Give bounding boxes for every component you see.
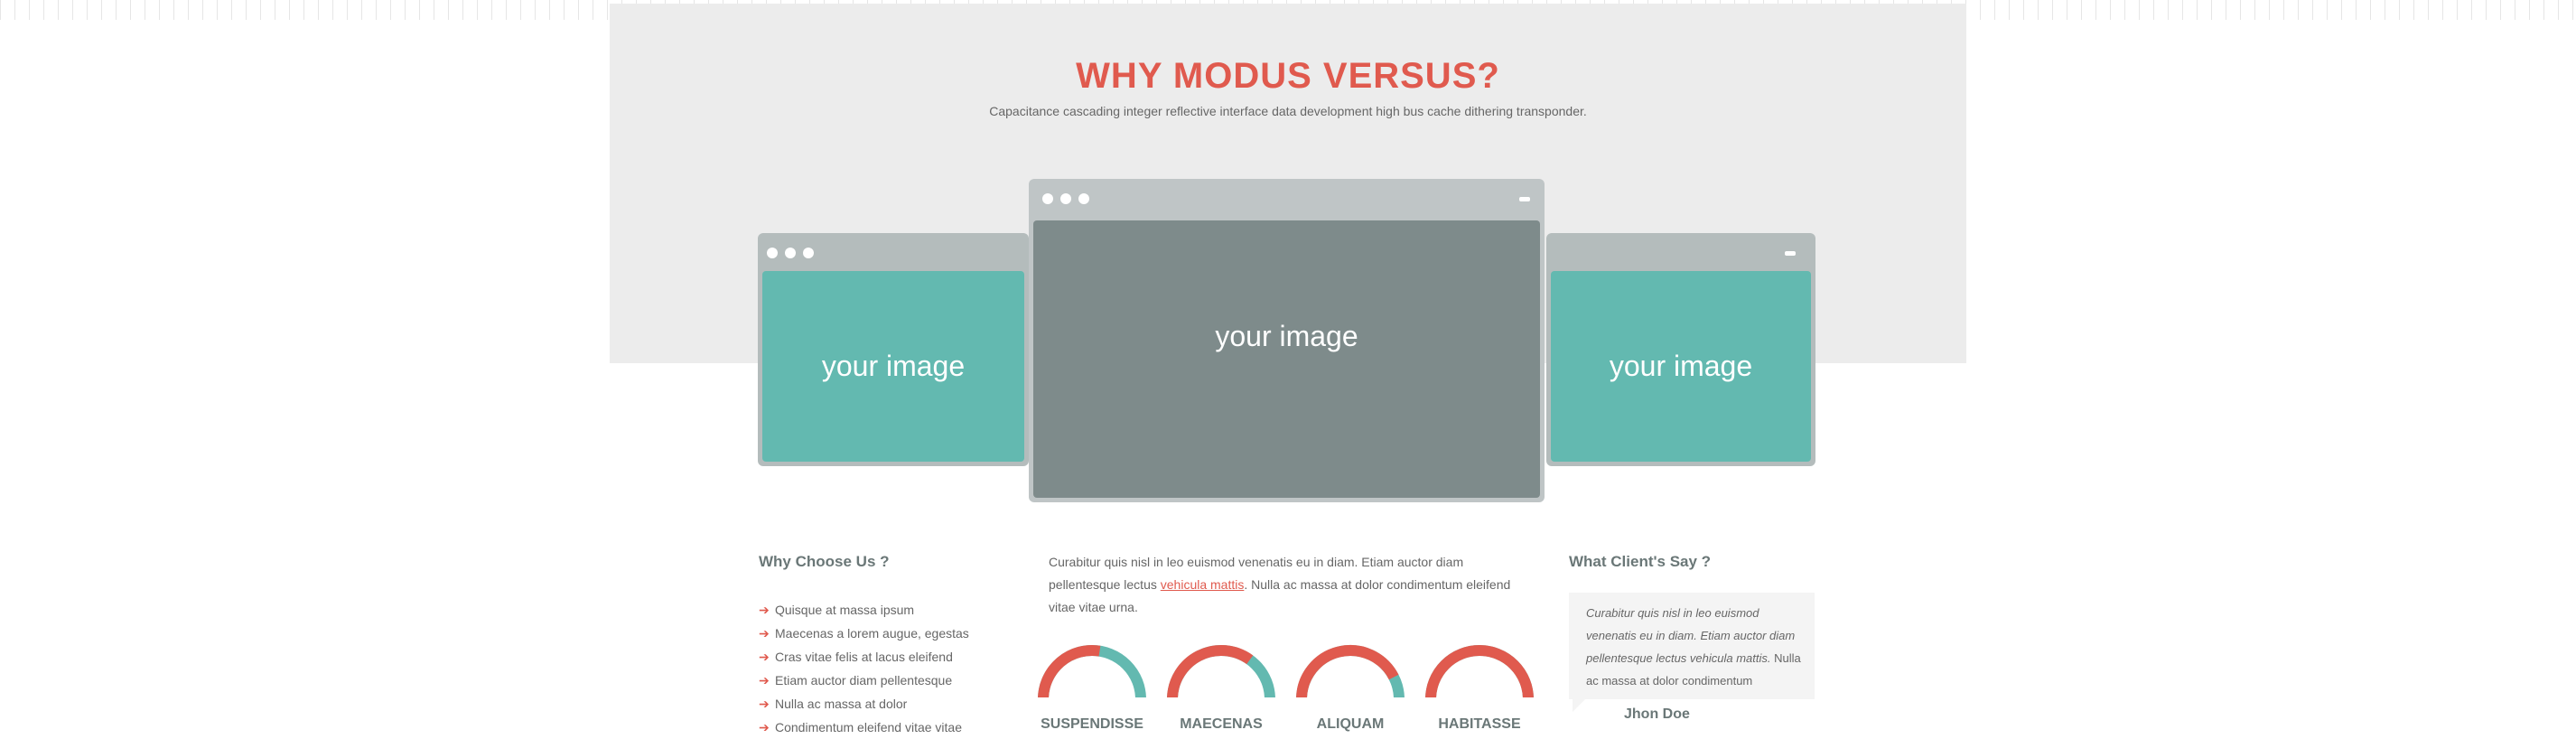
page-subtitle: Capacitance cascading integer reflective… <box>989 104 1587 118</box>
gauge-fill <box>1038 645 1101 697</box>
testimonial-tail <box>1573 699 1585 712</box>
list-item: ➔ Condimentum eleifend vitae vitae <box>759 719 963 735</box>
image-placeholder: your image <box>1551 271 1811 462</box>
image-placeholder: your image <box>762 271 1024 462</box>
window-dot-icon <box>767 248 778 258</box>
why-choose-us-heading: Why Choose Us ? <box>759 553 890 570</box>
window-dot-icon <box>1078 193 1089 204</box>
window-titlebar <box>758 233 1029 271</box>
client-say-heading: What Client's Say ? <box>1569 553 1712 570</box>
image-placeholder: your image <box>1033 220 1540 498</box>
list-item: ➔ Quisque at massa ipsum <box>759 602 915 618</box>
gauge-label: MAECENAS <box>1180 716 1263 732</box>
gauge-aliquam <box>1296 645 1405 697</box>
window-dot-icon <box>1042 193 1053 204</box>
window-dot-icon <box>803 248 814 258</box>
list-item: ➔ Maecenas a lorem augue, egestas <box>759 625 969 641</box>
why-choose-us-list: ➔ Quisque at massa ipsum ➔ Maecenas a lore… <box>759 598 969 739</box>
image-placeholder-label: your image <box>1609 350 1753 382</box>
minimize-icon <box>1519 197 1530 201</box>
left-browser-window: your image <box>758 233 1029 466</box>
gauge-label: ALIQUAM <box>1316 716 1385 732</box>
vehicula-mattis-link[interactable]: vehicula mattis <box>1161 577 1245 592</box>
list-item: ➔ Etiam auctor diam pellentesque <box>759 672 953 688</box>
window-dot-icon <box>785 248 796 258</box>
window-titlebar <box>1029 179 1545 217</box>
gauge-fill <box>1167 645 1254 697</box>
testimonial-box: Curabitur quis nisl in leo euismod venen… <box>1569 593 1815 699</box>
gauge-fill <box>1425 645 1534 697</box>
page-title: WHY MODUS VERSUS? <box>1076 56 1500 96</box>
center-browser-window: your image <box>1029 179 1545 502</box>
arrow-right-icon: ➔ <box>759 672 770 688</box>
window-dot-icon <box>1060 193 1071 204</box>
minimize-icon <box>1785 251 1796 256</box>
window-titlebar <box>1546 233 1815 271</box>
gauge-fill <box>1296 645 1399 697</box>
image-placeholder-label: your image <box>821 350 966 382</box>
arrow-right-icon: ➔ <box>759 649 770 664</box>
right-browser-window: your image <box>1546 233 1815 466</box>
arrow-right-icon: ➔ <box>759 625 770 641</box>
testimonial-author: Jhon Doe <box>1624 706 1690 722</box>
intro-paragraph: Curabitur quis nisl in leo euismod venen… <box>1049 555 1511 614</box>
image-placeholder-label: your image <box>1215 320 1358 352</box>
gauge-maecenas <box>1167 645 1275 697</box>
gauge-suspendisse <box>1038 645 1146 697</box>
arrow-right-icon: ➔ <box>759 602 770 617</box>
gauge-label: HABITASSE <box>1438 716 1521 732</box>
gauge-habitasse <box>1425 645 1534 697</box>
list-item: ➔ Nulla ac massa at dolor <box>759 696 908 712</box>
arrow-right-icon: ➔ <box>759 696 770 711</box>
list-item: ➔ Cras vitae felis at lacus eleifend <box>759 649 953 665</box>
gauge-label: SUSPENDISSE <box>1041 716 1143 732</box>
testimonial-text: Curabitur quis nisl in leo euismod venen… <box>1586 606 1801 688</box>
